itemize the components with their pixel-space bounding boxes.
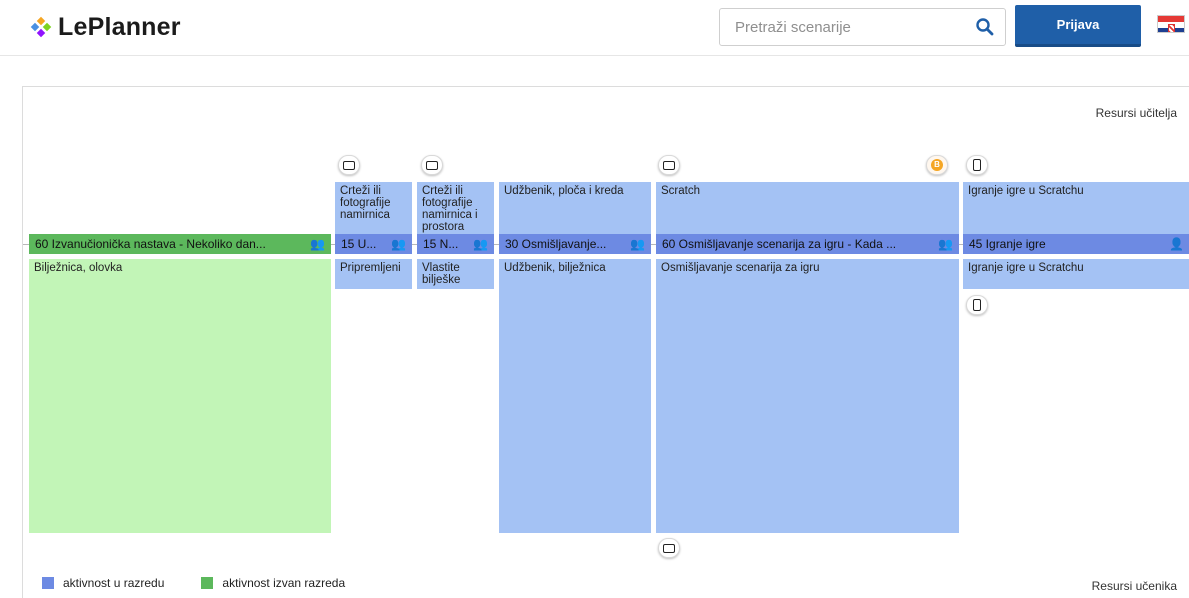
smartphone-icon[interactable] <box>966 155 988 175</box>
group-icon: 👥 <box>938 237 953 251</box>
legend: aktivnost u razredu aktivnost izvan razr… <box>42 576 382 590</box>
group-icon: 👥 <box>630 237 645 251</box>
student-resource-box: Udžbenik, bilježnica <box>499 259 651 533</box>
logo-text: LePlanner <box>58 12 181 41</box>
legend-swatch-in-class <box>42 577 54 589</box>
activity-timeline: Resursi učitelja B Crteži ili fotografij… <box>22 86 1189 598</box>
activity-bar-outside[interactable]: 60 Izvanučionička nastava - Nekoliko dan… <box>29 234 331 254</box>
legend-label-in-class: aktivnost u razredu <box>63 576 165 590</box>
teacher-resource-box: Igranje igre u Scratchu <box>963 182 1189 237</box>
legend-item-outside-class: aktivnost izvan razreda <box>201 576 345 590</box>
teacher-resource-box: Udžbenik, ploča i kreda <box>499 182 651 237</box>
student-resource-box: Pripremljeni <box>335 259 412 289</box>
teacher-resource-box: Crteži ili fotografije namirnica i prost… <box>417 182 494 237</box>
search-box <box>719 8 1006 46</box>
teacher-resources-label: Resursi učitelja <box>1095 106 1177 120</box>
person-icon: 👤 <box>1169 237 1184 251</box>
activity-bar[interactable]: 45 Igranje igre 👤 <box>963 234 1189 254</box>
student-resource-box: Igranje igre u Scratchu <box>963 259 1189 289</box>
croatia-flag-icon[interactable] <box>1157 15 1185 33</box>
logo[interactable]: LePlanner <box>30 12 181 42</box>
activity-bar[interactable]: 15 U... 👥 <box>335 234 412 254</box>
activity-bar[interactable]: 30 Osmišljavanje... 👥 <box>499 234 651 254</box>
top-header: LePlanner Prijava <box>0 0 1189 56</box>
teacher-resource-box: Crteži ili fotografije namirnica <box>335 182 412 237</box>
laptop-icon[interactable] <box>658 538 680 558</box>
activity-bar-label: 15 N... <box>423 237 459 251</box>
legend-swatch-outside-class <box>201 577 214 589</box>
laptop-icon[interactable] <box>421 155 443 175</box>
student-resource-box: Vlastite bilješke <box>417 259 494 289</box>
logo-icon <box>30 16 52 38</box>
student-resource-box: Osmišljavanje scenarija za igru <box>656 259 959 533</box>
smartphone-icon[interactable] <box>966 295 988 315</box>
teacher-resource-box: Scratch <box>656 182 959 237</box>
group-icon: 👥 <box>310 237 325 251</box>
laptop-icon[interactable] <box>338 155 360 175</box>
laptop-icon[interactable] <box>658 155 680 175</box>
login-button[interactable]: Prijava <box>1015 5 1141 47</box>
activity-bar-label: 15 U... <box>341 237 377 251</box>
legend-label-outside-class: aktivnost izvan razreda <box>222 576 346 590</box>
activity-bar-label: 45 Igranje igre <box>969 237 1046 251</box>
activity-bar-label: 60 Izvanučionička nastava - Nekoliko dan… <box>35 237 266 251</box>
activity-bar-label: 30 Osmišljavanje... <box>505 237 607 251</box>
student-resources-label: Resursi učenika <box>1091 579 1177 593</box>
legend-item-in-class: aktivnost u razredu <box>42 576 164 590</box>
group-icon: 👥 <box>473 237 488 251</box>
group-icon: 👥 <box>391 237 406 251</box>
blog-icon[interactable]: B <box>926 155 948 175</box>
activity-bar[interactable]: 60 Osmišljavanje scenarija za igru - Kad… <box>656 234 959 254</box>
outside-activity-area: Bilježnica, olovka <box>29 259 331 533</box>
activity-bar[interactable]: 15 N... 👥 <box>417 234 494 254</box>
search-icon[interactable] <box>975 17 995 37</box>
activity-bar-label: 60 Osmišljavanje scenarija za igru - Kad… <box>662 237 897 251</box>
search-input[interactable] <box>720 9 960 45</box>
